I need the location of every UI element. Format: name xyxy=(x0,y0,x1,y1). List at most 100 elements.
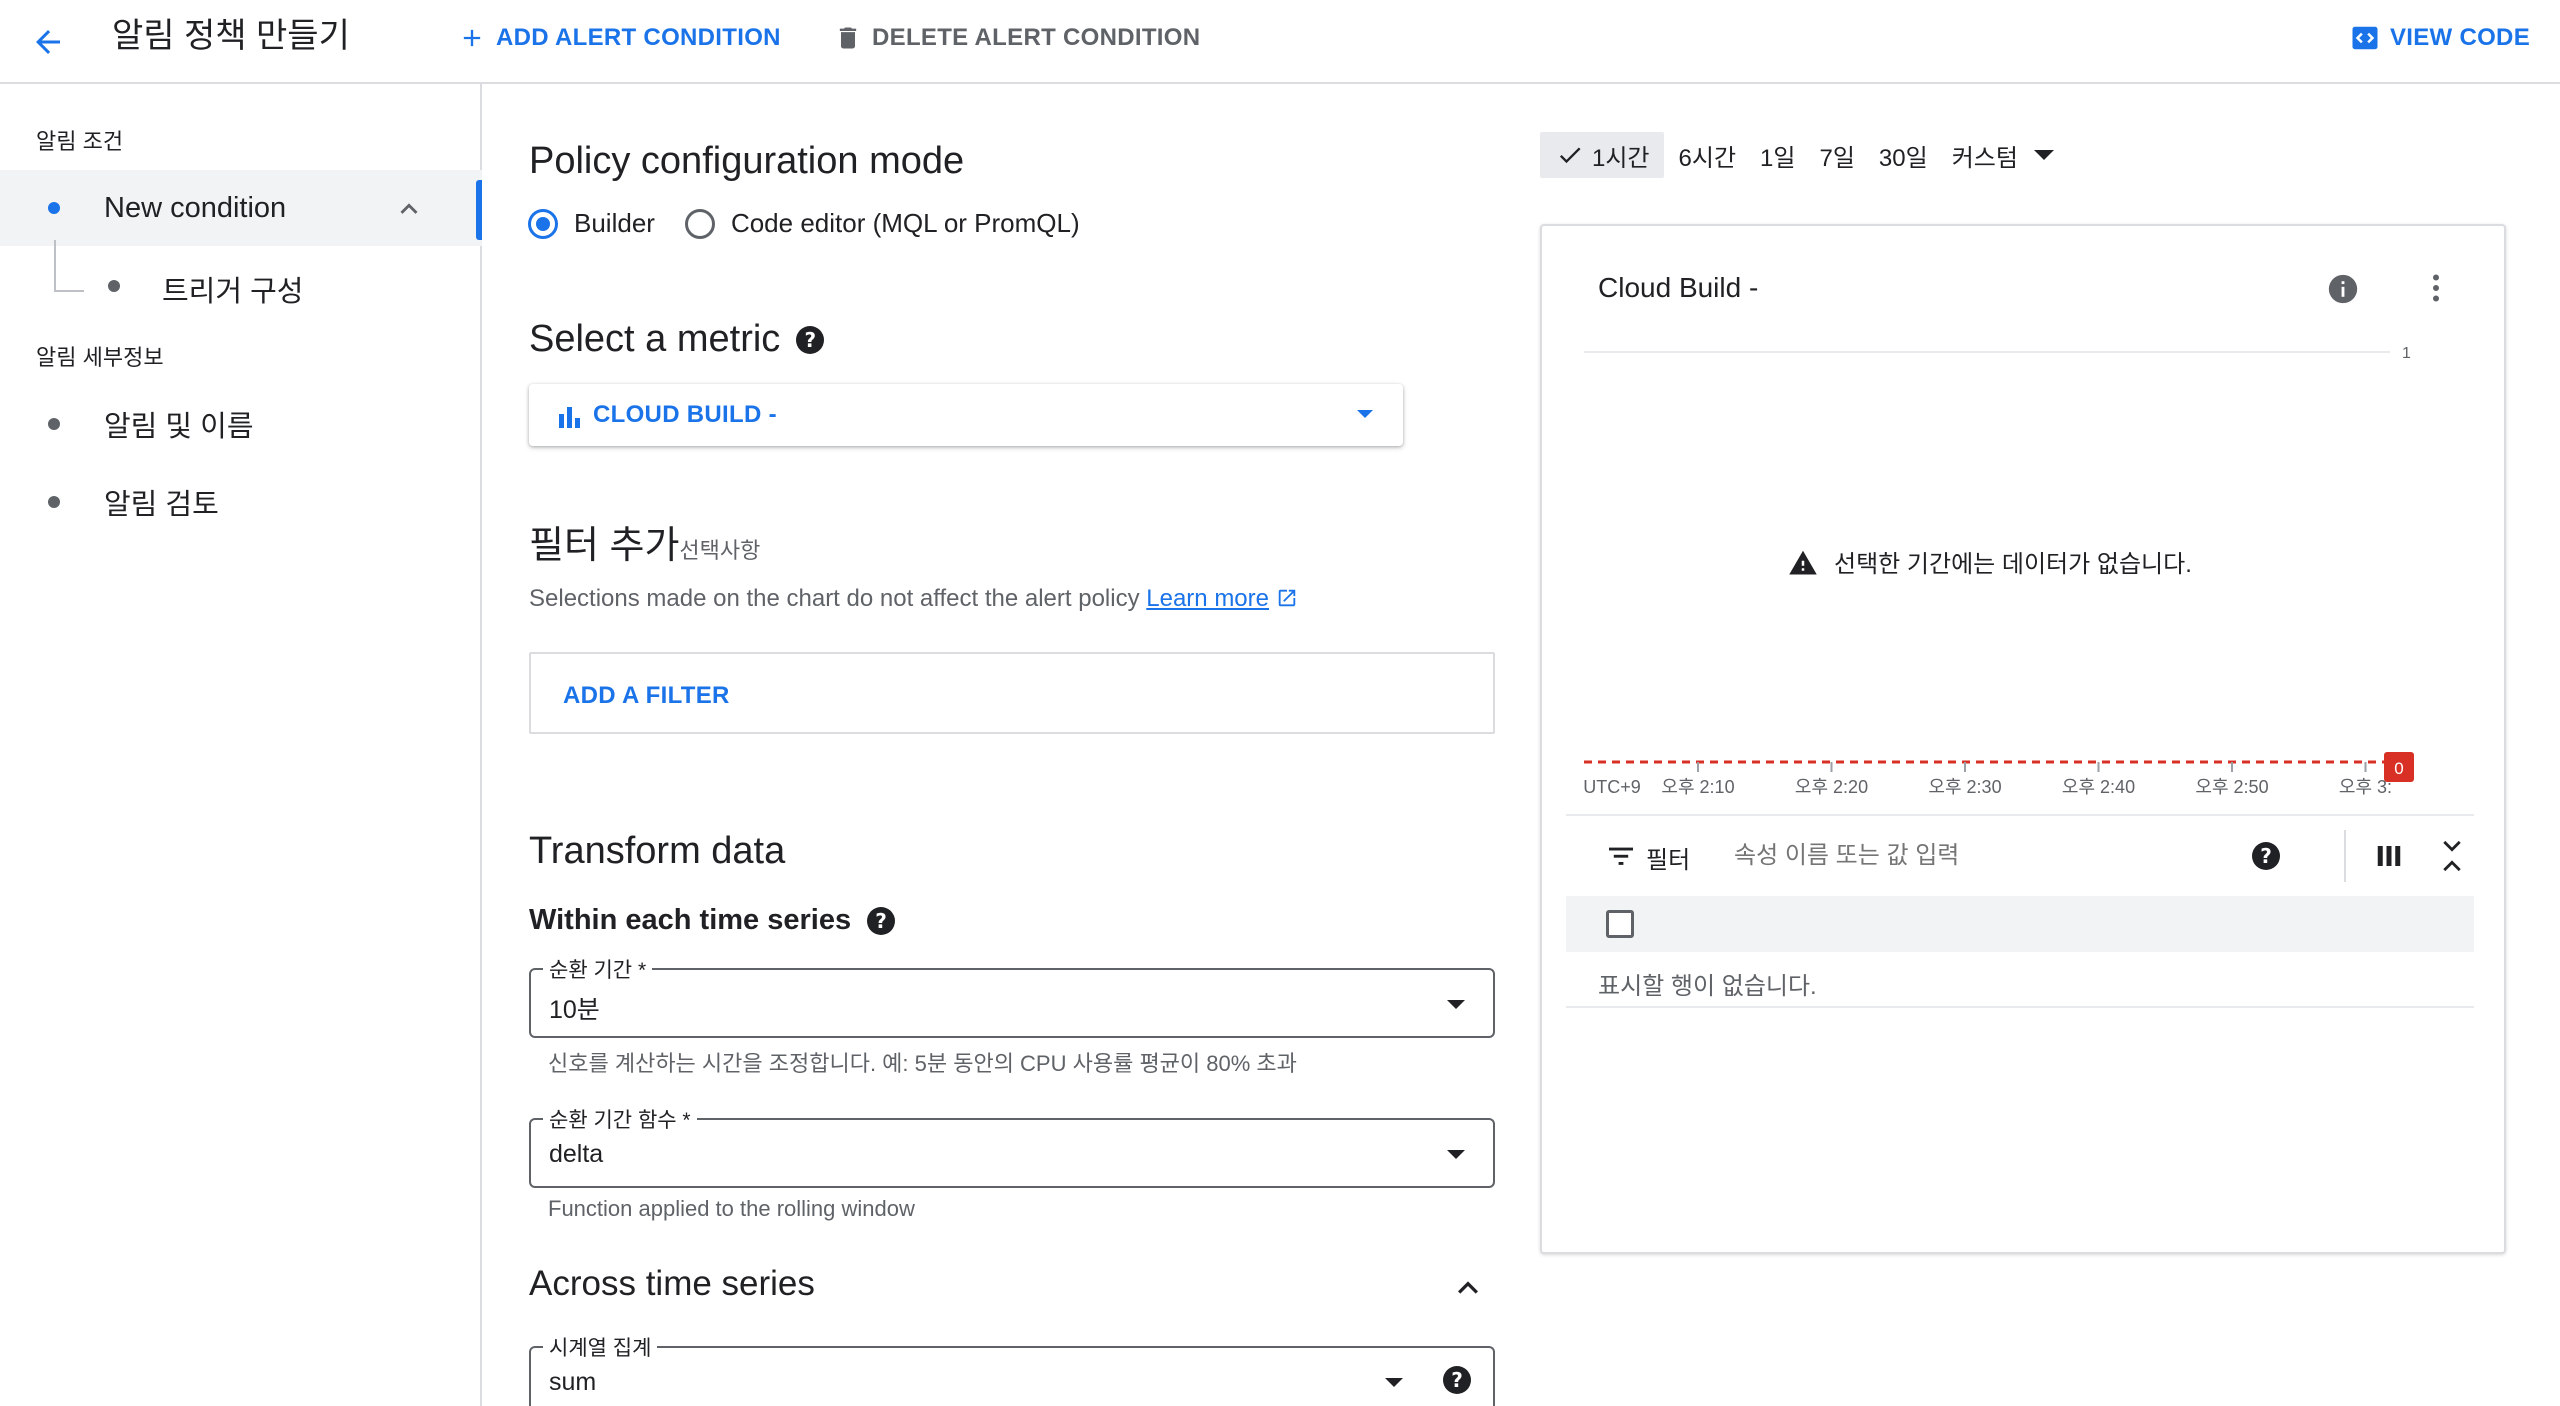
range-option-label: 30일 xyxy=(1878,144,1928,172)
table-header-row xyxy=(1566,896,2474,952)
help-icon[interactable]: ? xyxy=(867,906,896,935)
delete-alert-condition-label: DELETE ALERT CONDITION xyxy=(872,24,1201,51)
divider xyxy=(2344,830,2346,882)
filter-desc-text: Selections made on the chart do not affe… xyxy=(529,585,1140,612)
select-all-checkbox[interactable] xyxy=(1606,910,1634,938)
sidebar-item-new-condition[interactable]: New condition xyxy=(0,170,482,246)
filter-description: Selections made on the chart do not affe… xyxy=(529,585,1298,613)
help-icon[interactable]: ? xyxy=(796,325,825,354)
chevron-up-icon[interactable] xyxy=(392,192,426,226)
range-option-1d[interactable]: 1일 xyxy=(1751,132,1804,178)
bullet-icon xyxy=(48,418,60,430)
active-indicator xyxy=(476,180,482,240)
range-option-label: 1일 xyxy=(1760,144,1796,172)
chart-plot: 100UTC+9오후 2:10오후 2:20오후 2:30오후 2:40오후 2… xyxy=(1583,345,2414,797)
check-icon xyxy=(1559,147,1581,164)
tree-connector xyxy=(54,240,84,292)
builder-radio[interactable] xyxy=(528,208,558,239)
dropdown-arrow-icon xyxy=(1357,410,1373,418)
range-option-label: 커스텀 xyxy=(1951,144,2018,172)
add-alert-condition-button[interactable]: ADD ALERT CONDITION xyxy=(458,18,781,58)
add-filter-button[interactable]: ADD A FILTER xyxy=(529,652,1495,734)
sidebar-item-trigger[interactable]: 트리거 구성 xyxy=(0,240,482,320)
x-tick-label: UTC+9 xyxy=(1583,777,1641,797)
threshold-label: 0 xyxy=(2394,759,2403,778)
range-option-label: 6시간 xyxy=(1678,144,1737,172)
rolling-window-label: 순환 기간 * xyxy=(543,954,653,984)
chart-card: Cloud Build - 100UTC+9오후 2:10오후 2:20오후 2… xyxy=(1540,224,2506,1254)
range-option-7d[interactable]: 7일 xyxy=(1810,132,1863,178)
rolling-window-value: 10분 xyxy=(549,996,600,1024)
sidebar-item-label: 알림 및 이름 xyxy=(104,411,254,443)
dropdown-arrow-icon xyxy=(1447,1000,1465,1009)
sidebar-section-conditions: 알림 조건 xyxy=(36,129,124,154)
column-picker-icon[interactable] xyxy=(2374,842,2404,870)
aggregation-value: sum xyxy=(549,1368,597,1396)
across-title: Across time series xyxy=(529,1264,815,1303)
table-filter-bar: 필터 ? xyxy=(1566,814,2474,896)
mode-title: Policy configuration mode xyxy=(529,140,965,182)
bullet-icon xyxy=(108,280,120,292)
sidebar: 알림 조건 New condition 트리거 구성 알림 세부정보 알림 및 … xyxy=(0,84,482,1406)
transform-title: Transform data xyxy=(529,830,786,872)
mode-radio-group: Builder Code editor (MQL or PromQL) xyxy=(528,208,1110,239)
page-title: 알림 정책 만들기 xyxy=(112,17,350,55)
help-icon[interactable]: ? xyxy=(1443,1366,1471,1394)
aggregation-label: 시계열 집계 xyxy=(543,1332,658,1362)
rolling-window-select[interactable]: 순환 기간 * 10분 xyxy=(529,954,1495,1038)
bullet-icon xyxy=(48,202,60,214)
rolling-function-hint: Function applied to the rolling window xyxy=(548,1196,915,1221)
range-option-30d[interactable]: 30일 xyxy=(1870,132,1937,178)
sidebar-item-review[interactable]: 알림 검토 xyxy=(0,464,482,540)
time-range-selector: 1시간 6시간 1일 7일 30일 커스텀 xyxy=(1540,132,2069,178)
view-code-label: VIEW CODE xyxy=(2389,24,2530,51)
chevron-up-icon[interactable] xyxy=(1448,1268,1488,1308)
empty-rows-text: 표시할 행이 없습니다. xyxy=(1598,973,1817,1000)
x-tick-label: 오후 2:20 xyxy=(1795,777,1868,797)
range-option-label: 7일 xyxy=(1819,144,1855,172)
range-option-1h[interactable]: 1시간 xyxy=(1540,132,1664,178)
time-series-aggregation-select[interactable]: 시계열 집계 sum ? xyxy=(529,1332,1495,1406)
add-alert-condition-label: ADD ALERT CONDITION xyxy=(496,24,781,51)
top-bar: 알림 정책 만들기 ADD ALERT CONDITION DELETE ALE… xyxy=(0,0,2560,84)
bar-chart-icon xyxy=(559,407,580,428)
y-tick-label: 1 xyxy=(2402,345,2411,362)
filter-section-title: 필터 추가선택사항 xyxy=(529,514,760,569)
x-tick-label: 오후 2:50 xyxy=(2195,777,2268,797)
learn-more-link[interactable]: Learn more xyxy=(1146,585,1269,612)
bullet-icon xyxy=(48,496,60,508)
x-tick-label: 오후 2:30 xyxy=(1928,777,2001,797)
help-icon[interactable]: ? xyxy=(2252,842,2280,870)
code-editor-radio[interactable] xyxy=(684,208,715,239)
view-code-button[interactable]: VIEW CODE xyxy=(2350,18,2530,58)
trash-icon xyxy=(839,27,857,49)
plus-icon xyxy=(463,29,481,47)
sidebar-section-details: 알림 세부정보 xyxy=(36,345,164,370)
rolling-window-hint: 신호를 계산하는 시간을 조정합니다. 예: 5분 동안의 CPU 사용률 평균… xyxy=(548,1051,1297,1076)
table-empty-row: 표시할 행이 없습니다. xyxy=(1566,952,2474,1008)
range-option-6h[interactable]: 6시간 xyxy=(1670,132,1746,178)
x-tick-label: 오후 2:40 xyxy=(2062,777,2135,797)
delete-alert-condition-button[interactable]: DELETE ALERT CONDITION xyxy=(834,18,1200,58)
metric-select[interactable]: CLOUD BUILD - xyxy=(529,384,1403,446)
table-filter-input[interactable] xyxy=(1734,838,2214,874)
x-tick-label: 오후 2:10 xyxy=(1661,777,1734,797)
rolling-function-value: delta xyxy=(549,1140,604,1168)
filter-list-icon xyxy=(1609,847,1633,865)
collapse-icon[interactable] xyxy=(2436,838,2468,874)
no-data-text: 선택한 기간에는 데이터가 없습니다. xyxy=(1834,551,2192,578)
range-option-custom[interactable]: 커스텀 xyxy=(1943,132,2063,178)
learn-more-label: Learn more xyxy=(1146,585,1269,612)
back-button[interactable] xyxy=(20,14,76,70)
warning-icon xyxy=(1789,550,1817,574)
sidebar-item-label: 트리거 구성 xyxy=(162,276,304,308)
dropdown-arrow-icon xyxy=(2033,150,2054,160)
filter-label: 필터 xyxy=(1646,847,1691,874)
range-option-label: 1시간 xyxy=(1592,144,1650,172)
no-data-message: 선택한 기간에는 데이터가 없습니다. xyxy=(1788,544,2192,579)
optional-label: 선택사항 xyxy=(679,538,761,563)
code-icon xyxy=(2352,26,2378,50)
sidebar-item-notify[interactable]: 알림 및 이름 xyxy=(0,386,482,462)
dropdown-arrow-icon xyxy=(1385,1378,1403,1387)
rolling-function-select[interactable]: 순환 기간 함수 * delta xyxy=(529,1104,1495,1188)
